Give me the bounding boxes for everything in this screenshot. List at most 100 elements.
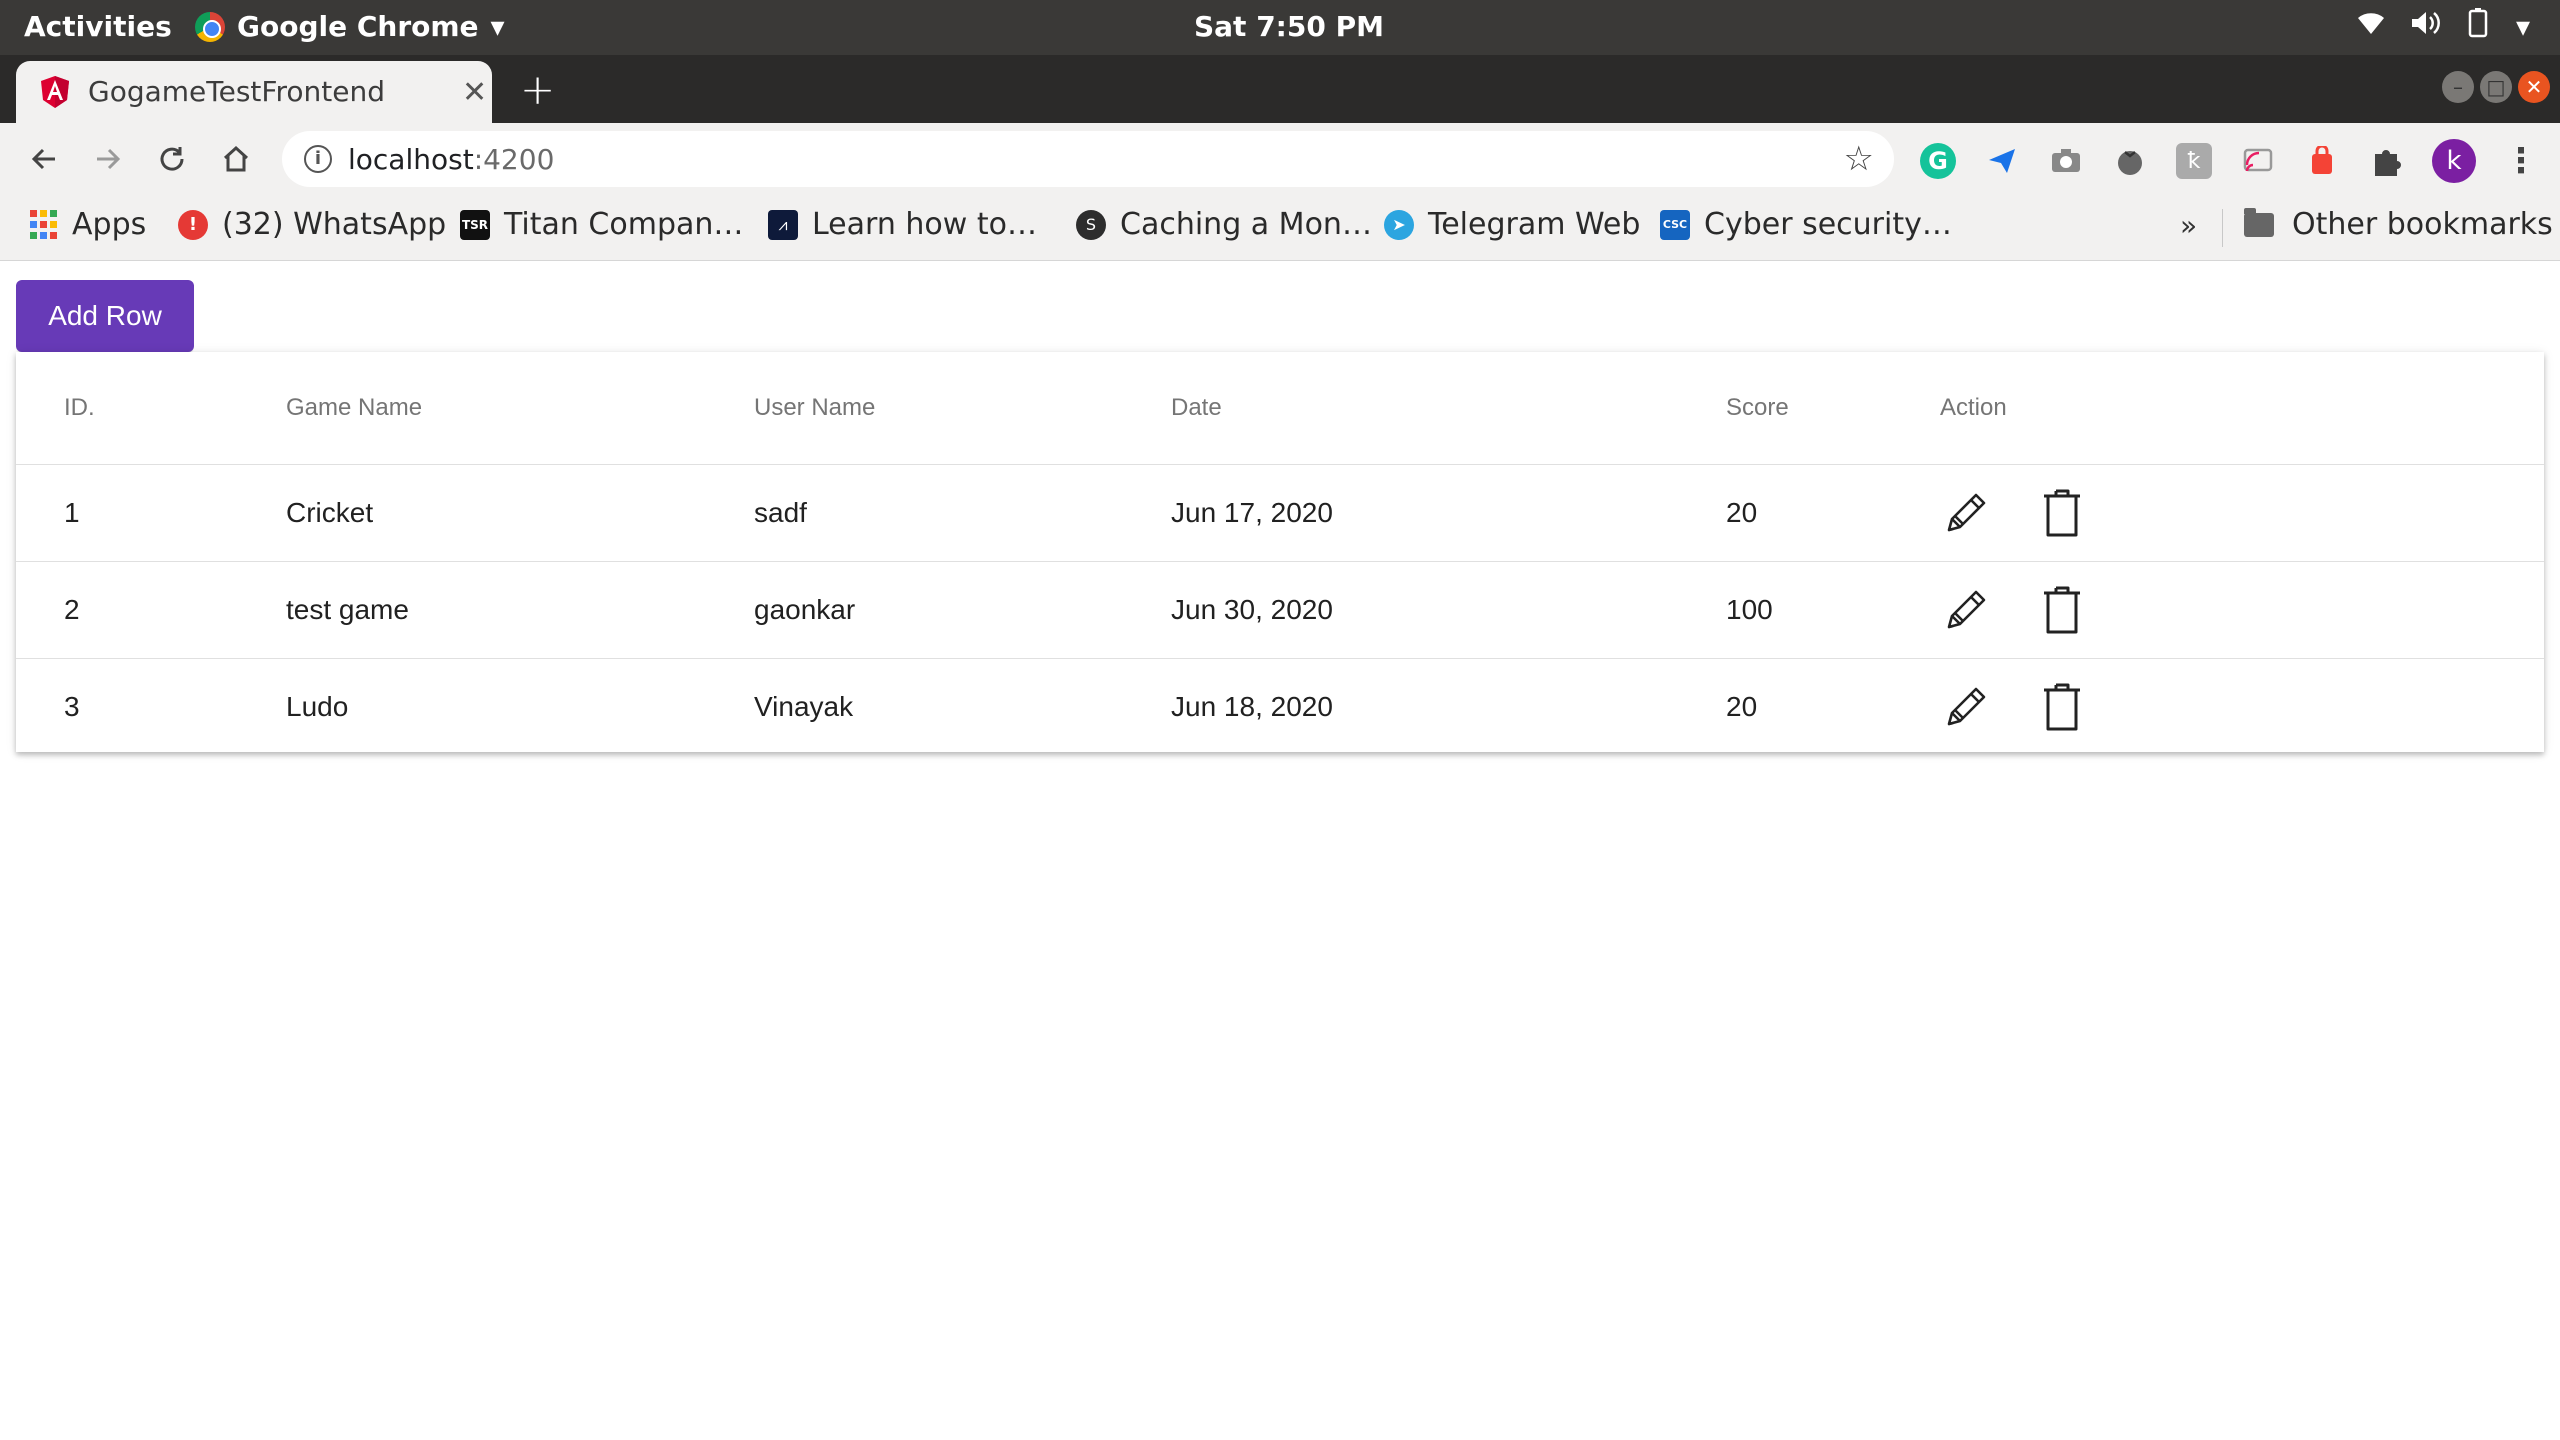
extension-icons: G ꝁ k ⋮: [1920, 139, 2538, 183]
bookmark-label: Telegram Web: [1428, 207, 1641, 242]
forward-arrow-icon[interactable]: [86, 137, 130, 181]
close-tab-icon[interactable]: ✕: [462, 75, 487, 110]
cell-id: 1: [16, 464, 286, 562]
camera-extension-icon[interactable]: [2048, 143, 2084, 179]
cyber-site-icon: CSC: [1660, 209, 1690, 240]
bookmark-label: (32) WhatsApp: [222, 207, 447, 242]
table-row: 1 Cricket sadf Jun 17, 2020 20: [16, 464, 2544, 562]
folder-icon: [2244, 207, 2274, 237]
cell-game-name: Cricket: [286, 464, 754, 562]
cell-user-name: gaonkar: [754, 561, 1171, 659]
bookmark-apps[interactable]: Apps: [28, 207, 146, 242]
bookmark-label: Apps: [72, 207, 147, 242]
cell-id: 3: [64, 690, 80, 722]
column-header-user-name: User Name: [754, 352, 1171, 465]
cell-user-name: Vinayak: [754, 690, 854, 722]
puzzle-extensions-icon[interactable]: [2368, 143, 2404, 179]
app-menu[interactable]: Google Chrome ▾: [195, 10, 505, 43]
trash-icon[interactable]: [2036, 681, 2088, 733]
cell-actions: [1940, 561, 2544, 659]
table-row: 3 Ludo Vinayak Jun 18, 2020 20: [16, 658, 2544, 755]
tab-active[interactable]: GogameTestFrontend ✕: [16, 61, 492, 123]
reload-icon[interactable]: [150, 137, 194, 181]
apps-grid-icon: [28, 210, 58, 240]
pencil-icon[interactable]: [1940, 487, 1992, 539]
bookmark-cyber[interactable]: CSC Cyber security…: [1660, 207, 1952, 242]
cell-score: 20: [1726, 690, 1758, 722]
pencil-icon[interactable]: [1940, 681, 1992, 733]
activities-button[interactable]: Activities: [24, 10, 172, 43]
angular-icon: [41, 76, 69, 108]
gray-extension-icon[interactable]: ꝁ: [2176, 143, 2212, 179]
home-icon[interactable]: [214, 137, 258, 181]
bookmark-label: Titan Compan…: [504, 207, 744, 242]
wifi-icon: [2356, 10, 2386, 43]
cell-date: Jun 30, 2020: [1171, 561, 1726, 659]
cast-extension-icon[interactable]: [2240, 143, 2276, 179]
cell-date: Jun 18, 2020: [1171, 690, 1333, 722]
column-header-score: Score: [1726, 352, 1940, 465]
bookmark-label: Cyber security…: [1704, 207, 1952, 242]
bookmark-telegram[interactable]: ➤ Telegram Web: [1384, 207, 1640, 242]
system-tray[interactable]: ▾: [2356, 8, 2530, 45]
table-header-row: ID. Game Name User Name Date Score Actio…: [16, 352, 2544, 465]
battery-icon: [2466, 8, 2492, 45]
pencil-icon[interactable]: [1940, 584, 1992, 636]
column-header-game-name: Game Name: [286, 352, 754, 465]
more-options-icon[interactable]: ⋮: [2504, 141, 2538, 181]
bookmark-whatsapp[interactable]: ! (32) WhatsApp: [178, 207, 446, 242]
cell-score: 20: [1726, 464, 1940, 562]
column-header-date: Date: [1171, 352, 1726, 465]
tab-title: GogameTestFrontend: [88, 75, 385, 108]
learn-site-icon: ⩘: [768, 209, 798, 240]
bookmarks-divider: [2222, 209, 2223, 247]
bookmarks-bar: Apps ! (32) WhatsApp TSR Titan Compan… ⩘…: [0, 195, 2560, 261]
bookmark-label: Caching a Mon…: [1120, 207, 1372, 242]
address-bar[interactable]: i localhost:4200 ☆: [282, 131, 1894, 187]
chrome-logo-icon: [195, 11, 225, 42]
add-row-button[interactable]: Add Row: [16, 280, 194, 352]
clock[interactable]: Sat 7:50 PM: [1194, 10, 1384, 43]
more-bookmarks-chevron[interactable]: »: [2180, 209, 2197, 242]
trash-icon[interactable]: [2036, 584, 2088, 636]
chevron-down-icon: ▾: [490, 10, 505, 43]
page-content: Add Row ID. Game Name User Name Date Sco…: [0, 262, 2560, 1440]
volume-icon: [2410, 9, 2442, 44]
titan-logo-icon: TSR: [460, 209, 490, 240]
other-bookmarks[interactable]: Other bookmarks: [2244, 207, 2553, 242]
profile-avatar[interactable]: k: [2432, 139, 2476, 183]
send-extension-icon[interactable]: [1984, 143, 2020, 179]
maximize-icon[interactable]: □: [2480, 71, 2512, 103]
bookmark-label: Learn how to…: [812, 207, 1037, 242]
new-tab-button[interactable]: +: [520, 65, 555, 114]
games-table: ID. Game Name User Name Date Score Actio…: [16, 352, 2544, 755]
grammarly-extension-icon[interactable]: G: [1920, 143, 1956, 179]
url-text[interactable]: localhost:4200: [348, 143, 554, 176]
bookmark-learn[interactable]: ⩘ Learn how to…: [768, 207, 1037, 242]
site-info-icon[interactable]: i: [304, 145, 332, 173]
cell-game-name: Ludo: [286, 690, 349, 722]
cell-actions: [1940, 464, 2544, 562]
cell-game-name: test game: [286, 561, 754, 659]
cell-score: 100: [1726, 561, 1940, 659]
window-controls: – □ ✕: [2442, 71, 2550, 103]
bookmark-caching[interactable]: S Caching a Mon…: [1076, 207, 1372, 242]
bookmark-titan[interactable]: TSR Titan Compan…: [460, 207, 743, 242]
bookmark-star-icon[interactable]: ☆: [1844, 139, 1874, 179]
caching-site-icon: S: [1076, 209, 1106, 240]
back-arrow-icon[interactable]: [22, 137, 66, 181]
tab-strip: GogameTestFrontend ✕ + – □ ✕: [0, 55, 2560, 123]
close-window-icon[interactable]: ✕: [2518, 71, 2550, 103]
table-row: 2 test game gaonkar Jun 30, 2020 100: [16, 561, 2544, 659]
telegram-icon: ➤: [1384, 209, 1414, 240]
cell-id: 2: [16, 561, 286, 659]
minimize-icon[interactable]: –: [2442, 71, 2474, 103]
tomato-extension-icon[interactable]: [2112, 143, 2148, 179]
other-bookmarks-label: Other bookmarks: [2292, 207, 2553, 242]
red-extension-icon[interactable]: [2304, 143, 2340, 179]
trash-icon[interactable]: [2036, 487, 2088, 539]
cell-user-name: sadf: [754, 464, 1171, 562]
cell-actions: [1940, 658, 2544, 755]
table-body: 1 Cricket sadf Jun 17, 2020 20 2 test ga…: [16, 464, 2544, 755]
cell-date: Jun 17, 2020: [1171, 464, 1726, 562]
